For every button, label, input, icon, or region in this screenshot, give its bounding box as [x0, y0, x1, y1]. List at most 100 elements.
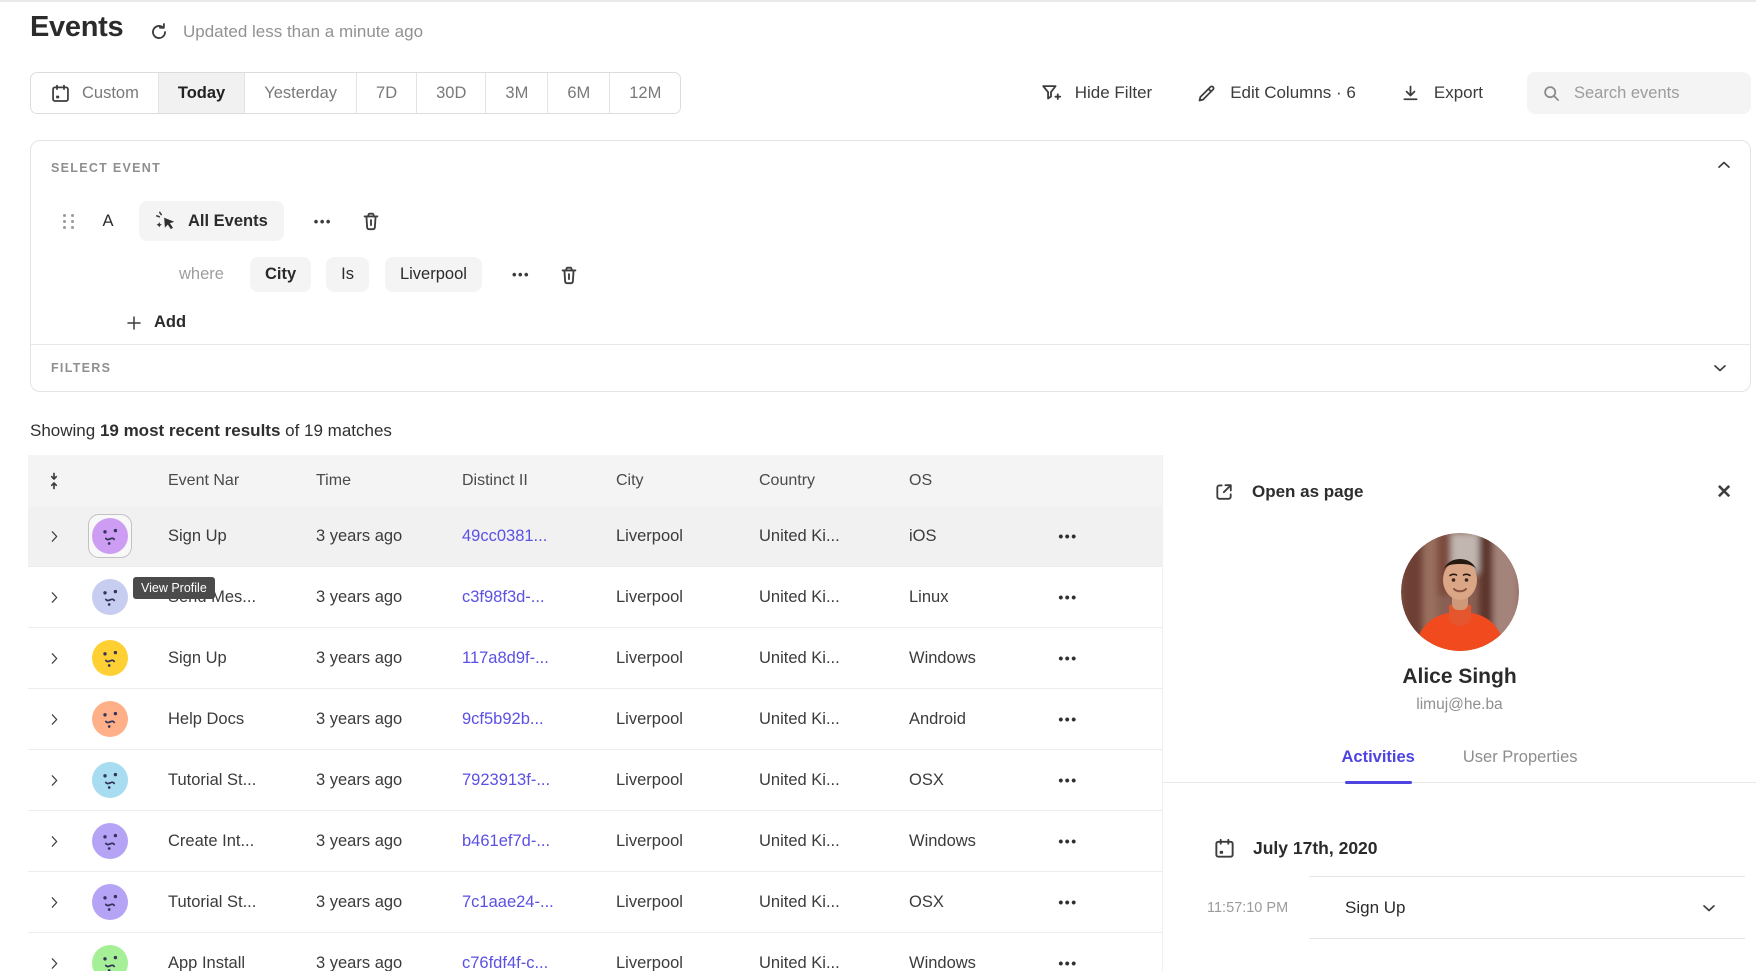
range-label: 6M — [567, 84, 590, 103]
table-row[interactable]: Tutorial St... 3 years ago 7c1aae24-... … — [28, 872, 1162, 933]
distinct-id-link[interactable]: 7923913f-... — [462, 771, 550, 789]
close-panel-icon[interactable]: ✕ — [1716, 481, 1732, 504]
table-row[interactable]: App Install 3 years ago c76fdf4f-c... Li… — [28, 933, 1162, 971]
os-cell: OSX — [881, 893, 981, 912]
row-actions-button[interactable]: ••• — [1058, 650, 1077, 666]
profile-email: limuj@he.ba — [1163, 696, 1756, 714]
expand-row-icon[interactable] — [28, 834, 80, 849]
delete-where-clause-icon[interactable] — [558, 264, 580, 286]
user-avatar[interactable] — [92, 640, 128, 676]
user-avatar[interactable] — [92, 884, 128, 920]
header-time[interactable]: Time — [288, 472, 434, 490]
header-distinct-id[interactable]: Distinct II — [434, 472, 588, 490]
filters-section-header[interactable]: FILTERS — [31, 344, 1750, 391]
page-title: Events — [30, 11, 123, 44]
value-chip[interactable]: Liverpool — [385, 257, 482, 292]
time-cell: 3 years ago — [288, 649, 434, 668]
header-event-name[interactable]: Event Nar — [140, 472, 288, 490]
distinct-id-link[interactable]: b461ef7d-... — [462, 832, 550, 850]
tab-user-properties[interactable]: User Properties — [1463, 748, 1578, 782]
table-row[interactable]: Help Docs 3 years ago 9cf5b92b... Liverp… — [28, 689, 1162, 750]
search-icon — [1541, 83, 1562, 104]
activity-date-row: July 17th, 2020 — [1213, 837, 1756, 860]
distinct-id-link[interactable]: 117a8d9f-... — [462, 649, 549, 667]
row-actions-button[interactable]: ••• — [1058, 528, 1077, 544]
expand-row-icon[interactable] — [28, 773, 80, 788]
user-avatar[interactable] — [92, 518, 128, 554]
range-today-button[interactable]: Today — [159, 73, 245, 113]
summary-count: 19 most recent results — [100, 421, 280, 440]
activity-event-accordion[interactable]: Sign Up — [1309, 876, 1745, 939]
row-actions-button[interactable]: ••• — [1058, 589, 1077, 605]
row-actions-button[interactable]: ••• — [1058, 955, 1077, 971]
distinct-id-link[interactable]: c76fdf4f-c... — [462, 954, 548, 971]
event-clause-options-button[interactable]: ••• — [314, 214, 332, 229]
delete-event-clause-icon[interactable] — [360, 210, 382, 232]
expand-row-icon[interactable] — [28, 956, 80, 971]
toolbar-actions: Hide Filter Edit Columns · 6 Export — [1040, 72, 1751, 114]
distinct-id-link[interactable]: 7c1aae24-... — [462, 893, 554, 911]
header-city[interactable]: City — [588, 472, 731, 490]
range-7d-button[interactable]: 7D — [357, 73, 417, 113]
search-input[interactable] — [1574, 84, 1737, 103]
export-button[interactable]: Export — [1400, 83, 1483, 104]
table-row[interactable]: Sign Up 3 years ago 49cc0381... Liverpoo… — [28, 506, 1162, 567]
city-cell: Liverpool — [588, 527, 731, 546]
expand-row-icon[interactable] — [28, 529, 80, 544]
view-profile-tooltip: View Profile — [133, 577, 215, 599]
table-row[interactable]: Sign Up 3 years ago 117a8d9f-... Liverpo… — [28, 628, 1162, 689]
expand-row-icon[interactable] — [28, 712, 80, 727]
row-actions-button[interactable]: ••• — [1058, 894, 1077, 910]
tab-activities[interactable]: Activities — [1342, 748, 1415, 782]
property-chip[interactable]: City — [250, 257, 311, 292]
header-country[interactable]: Country — [731, 472, 881, 490]
user-avatar[interactable] — [92, 823, 128, 859]
range-custom-button[interactable]: Custom — [31, 73, 159, 113]
distinct-id-link[interactable]: c3f98f3d-... — [462, 588, 545, 606]
table-row[interactable]: Create Int... 3 years ago b461ef7d-... L… — [28, 811, 1162, 872]
row-actions-button[interactable]: ••• — [1058, 711, 1077, 727]
event-selector-button[interactable]: All Events — [139, 201, 284, 241]
range-3m-button[interactable]: 3M — [486, 73, 548, 113]
refresh-icon[interactable] — [148, 21, 170, 43]
range-label: 30D — [436, 84, 466, 103]
range-6m-button[interactable]: 6M — [548, 73, 610, 113]
expand-row-icon[interactable] — [28, 651, 80, 666]
expand-row-icon[interactable] — [28, 590, 80, 605]
hide-filter-button[interactable]: Hide Filter — [1040, 82, 1152, 104]
drag-handle-icon[interactable] — [63, 214, 75, 229]
expand-filters-icon[interactable] — [1710, 358, 1730, 378]
range-yesterday-button[interactable]: Yesterday — [245, 73, 357, 113]
search-events-box[interactable] — [1527, 72, 1751, 114]
table-row[interactable]: Tutorial St... 3 years ago 7923913f-... … — [28, 750, 1162, 811]
range-30d-button[interactable]: 30D — [417, 73, 486, 113]
country-cell: United Ki... — [731, 527, 881, 546]
row-actions-button[interactable]: ••• — [1058, 833, 1077, 849]
row-actions-button[interactable]: ••• — [1058, 772, 1077, 788]
city-cell: Liverpool — [588, 649, 731, 668]
user-avatar[interactable] — [92, 945, 128, 971]
where-clause-options-button[interactable]: ••• — [512, 267, 530, 282]
user-avatar[interactable] — [92, 579, 128, 615]
collapse-all-rows-icon[interactable] — [28, 471, 80, 491]
expand-row-icon[interactable] — [28, 895, 80, 910]
chevron-down-icon[interactable] — [1699, 898, 1719, 918]
activity-time: 11:57:10 PM — [1207, 900, 1273, 916]
distinct-id-link[interactable]: 9cf5b92b... — [462, 710, 544, 728]
time-cell: 3 years ago — [288, 771, 434, 790]
user-avatar[interactable] — [92, 762, 128, 798]
distinct-id-link[interactable]: 49cc0381... — [462, 527, 547, 545]
add-event-button[interactable]: Add — [125, 313, 186, 332]
user-avatar[interactable] — [92, 701, 128, 737]
range-12m-button[interactable]: 12M — [610, 73, 680, 113]
open-as-page-button[interactable]: Open as page — [1213, 481, 1363, 503]
edit-columns-button[interactable]: Edit Columns · 6 — [1196, 83, 1356, 104]
header-os[interactable]: OS — [881, 472, 981, 490]
edit-columns-label: Edit Columns · 6 — [1230, 83, 1356, 103]
download-icon — [1400, 83, 1421, 104]
operator-chip[interactable]: Is — [326, 257, 369, 292]
avatar-hover-ring — [88, 514, 132, 558]
profile-tabs: Activities User Properties — [1163, 748, 1756, 783]
collapse-section-icon[interactable] — [1714, 155, 1734, 175]
range-label: 3M — [505, 84, 528, 103]
